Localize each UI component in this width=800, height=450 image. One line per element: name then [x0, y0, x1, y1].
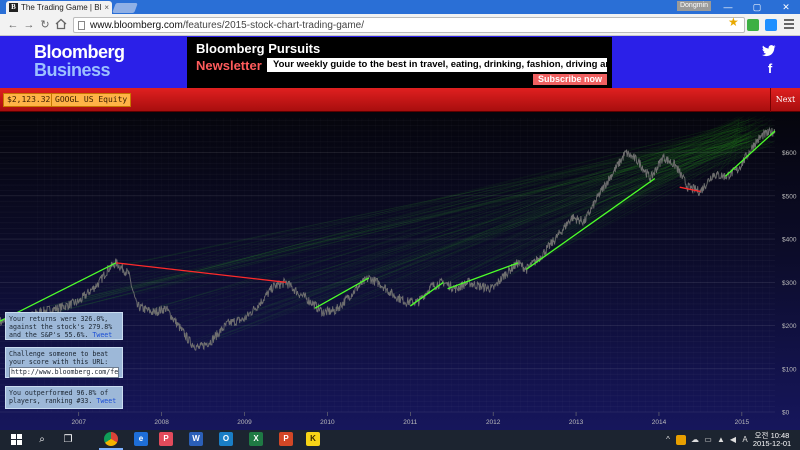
x-tick-label: 2010: [320, 419, 335, 426]
tray-chevron-icon[interactable]: ^: [663, 435, 673, 445]
ime-icon[interactable]: A: [740, 435, 750, 445]
pocket-taskbar-icon[interactable]: P: [159, 432, 173, 446]
y-tick-label: $100: [782, 366, 797, 373]
y-tick-label: $300: [782, 280, 797, 287]
page-icon: [78, 21, 85, 30]
outlook-taskbar-icon[interactable]: O: [219, 432, 233, 446]
ad-title: Bloomberg Pursuits: [196, 41, 321, 56]
balance-badge: $2,123.32: [3, 93, 55, 107]
kakaotalk-taskbar-icon[interactable]: K: [306, 432, 320, 446]
x-tick-label: 2008: [154, 419, 169, 426]
y-tick-label: $600: [782, 150, 797, 157]
bookmark-star-icon[interactable]: ★: [728, 15, 739, 29]
newsletter-ad[interactable]: Bloomberg Pursuits Newsletter Your weekl…: [187, 37, 612, 88]
close-window-button[interactable]: ✕: [772, 0, 800, 14]
tab-title: The Trading Game | Bloo: [21, 3, 102, 12]
x-tick-label: 2009: [237, 419, 252, 426]
task-view-icon[interactable]: ❐: [60, 432, 76, 448]
reload-button[interactable]: ↻: [38, 18, 52, 32]
outperformed-tweet-link[interactable]: Tweet: [96, 397, 116, 405]
game-bar: $2,123.32 GOOGL US Equity Next: [0, 88, 800, 112]
battery-icon[interactable]: ▭: [703, 435, 713, 445]
word-taskbar-icon[interactable]: W: [189, 432, 203, 446]
x-tick-label: 2011: [403, 419, 417, 426]
url-text: www.bloomberg.com/features/2015-stock-ch…: [90, 20, 365, 31]
excel-taskbar-icon[interactable]: X: [249, 432, 263, 446]
challenge-url-field[interactable]: http://www.bloomberg.com/fe: [9, 367, 119, 378]
taskbar-clock[interactable]: 오전 10:48 2015-12-01: [750, 432, 794, 448]
profile-button[interactable]: Dongmin: [677, 1, 711, 11]
address-bar[interactable]: www.bloomberg.com/features/2015-stock-ch…: [73, 17, 745, 33]
chrome-menu-icon[interactable]: [784, 19, 794, 31]
network-icon[interactable]: ▲: [716, 435, 726, 445]
powerpoint-taskbar-icon[interactable]: P: [279, 432, 293, 446]
maximize-button[interactable]: ▢: [743, 0, 771, 14]
extension-icon[interactable]: [747, 19, 759, 31]
y-tick-label: $0: [782, 410, 790, 417]
x-tick-label: 2013: [569, 419, 584, 426]
x-tick-label: 2015: [735, 419, 750, 426]
bloomberg-business-logo[interactable]: Bloomberg Business: [34, 43, 125, 79]
challenge-box: Challenge someone to beat your score wit…: [5, 347, 123, 378]
browser-titlebar: B The Trading Game | Bloo × Dongmin — ▢ …: [0, 0, 800, 14]
home-button[interactable]: [54, 18, 68, 32]
edge-taskbar-icon[interactable]: e: [134, 432, 148, 446]
twitter-icon[interactable]: [762, 45, 776, 59]
y-tick-label: $400: [782, 237, 797, 244]
x-tick-label: 2014: [652, 419, 667, 426]
tray-app-icon[interactable]: [676, 435, 686, 445]
ticker-badge: GOOGL US Equity: [51, 93, 132, 107]
y-tick-label: $500: [782, 193, 797, 200]
y-tick-label: $200: [782, 323, 797, 330]
challenge-text: Challenge someone to beat your score wit…: [9, 350, 109, 367]
new-tab-button[interactable]: [112, 3, 138, 13]
next-button[interactable]: Next: [770, 88, 800, 112]
home-icon: [55, 18, 67, 30]
result-tweet-link[interactable]: Tweet: [92, 331, 112, 339]
browser-tab[interactable]: B The Trading Game | Bloo ×: [6, 1, 112, 14]
ad-tagline: Your weekly guide to the best in travel,…: [267, 58, 607, 72]
chrome-taskbar-icon[interactable]: [104, 432, 118, 446]
browser-toolbar: ← → ↻ www.bloomberg.com/features/2015-st…: [0, 14, 800, 36]
price-chart: 2007 2008 2009 2010 2011 2012 2013 2014 2015 $0 $1…: [0, 112, 800, 430]
result-box: Your returns were 326.0%, against the st…: [5, 312, 123, 340]
ad-subtitle: Newsletter: [196, 58, 262, 73]
subscribe-button[interactable]: Subscribe now: [533, 74, 607, 85]
outperformed-text: You outperformed 96.8% of players, ranki…: [9, 389, 109, 406]
back-button[interactable]: ←: [6, 18, 20, 32]
search-icon[interactable]: ⌕: [34, 432, 50, 448]
forward-button[interactable]: →: [22, 18, 36, 32]
cast-icon[interactable]: [765, 19, 777, 31]
x-tick-label: 2012: [486, 419, 501, 426]
volume-icon[interactable]: ◀: [728, 435, 738, 445]
tray-cloud-icon[interactable]: ☁: [690, 435, 700, 445]
outperformed-box: You outperformed 96.8% of players, ranki…: [5, 386, 123, 409]
windows-start-icon[interactable]: [8, 432, 24, 448]
facebook-icon[interactable]: f: [764, 62, 776, 76]
x-tick-label: 2007: [72, 419, 87, 426]
windows-taskbar: ⌕ ❐ e P W O X P K ^ ☁ ▭ ▲ ◀ A 오전 10:48 2…: [0, 430, 800, 450]
tab-close-icon[interactable]: ×: [101, 3, 112, 12]
bloomberg-favicon-icon: B: [9, 3, 18, 12]
screen: B The Trading Game | Bloo × Dongmin — ▢ …: [0, 0, 800, 450]
minimize-button[interactable]: —: [714, 0, 742, 14]
